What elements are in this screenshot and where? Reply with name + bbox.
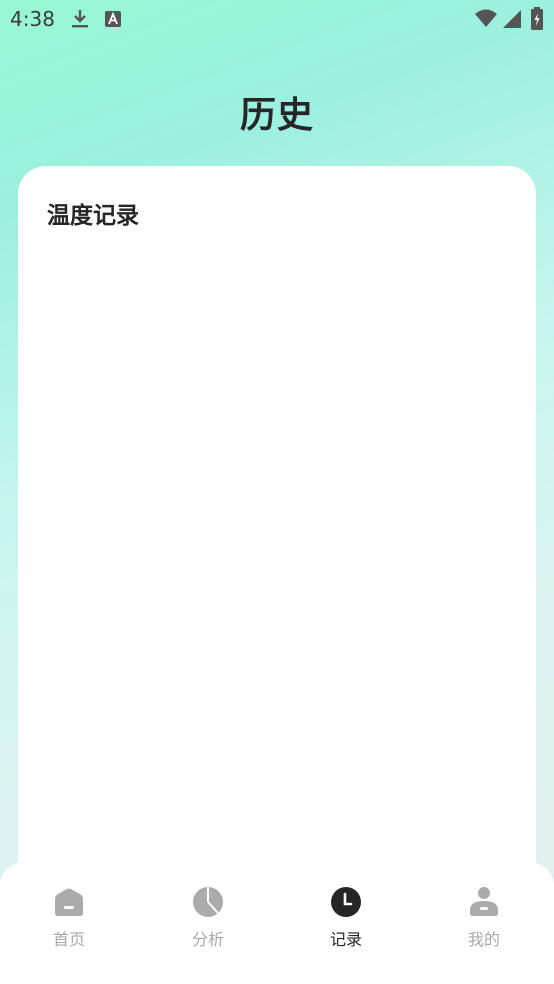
- tab-mine-label: 我的: [467, 930, 500, 949]
- temperature-record-card: 温度记录: [18, 166, 536, 946]
- signal-icon: [503, 10, 521, 28]
- download-icon: [72, 10, 88, 28]
- status-time: 4:38: [10, 7, 55, 31]
- tab-home[interactable]: 首页: [19, 886, 119, 956]
- tab-analysis-label: 分析: [191, 930, 224, 949]
- bottom-tab-bar: 首页 分析 记录 我的: [0, 862, 554, 984]
- card-title: 温度记录: [47, 203, 139, 229]
- tab-mine[interactable]: 我的: [434, 886, 534, 956]
- pie-chart-icon: [193, 887, 223, 917]
- profile-icon: [470, 887, 498, 916]
- wifi-icon: [475, 9, 497, 27]
- status-bar: 4:38: [0, 0, 554, 38]
- page-title: 历史: [239, 95, 314, 136]
- tab-records[interactable]: 记录: [296, 886, 396, 956]
- clock-icon: [331, 887, 361, 917]
- tab-home-label: 首页: [52, 930, 85, 949]
- tab-analysis[interactable]: 分析: [158, 886, 258, 956]
- battery-charging-icon: [531, 7, 543, 30]
- home-icon: [55, 888, 83, 916]
- a-notification-icon: [105, 11, 121, 27]
- tab-records-label: 记录: [329, 930, 362, 949]
